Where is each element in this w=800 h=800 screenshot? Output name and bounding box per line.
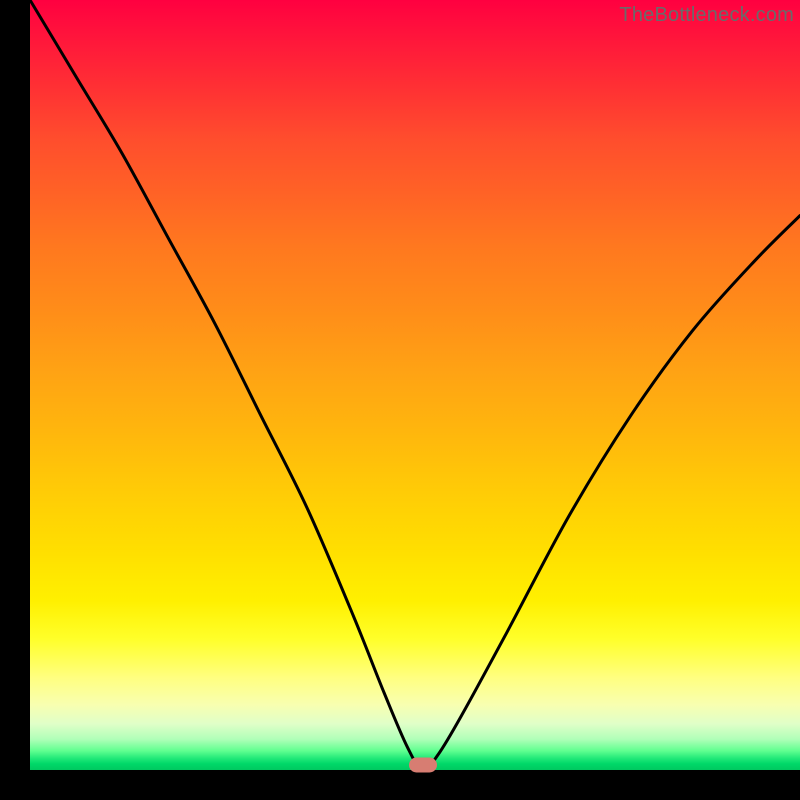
plot-area: TheBottleneck.com (30, 0, 800, 770)
bottleneck-curve (30, 0, 800, 770)
chart-frame: TheBottleneck.com (0, 0, 800, 800)
watermark-text: TheBottleneck.com (619, 4, 794, 27)
optimal-point-marker (409, 758, 437, 773)
